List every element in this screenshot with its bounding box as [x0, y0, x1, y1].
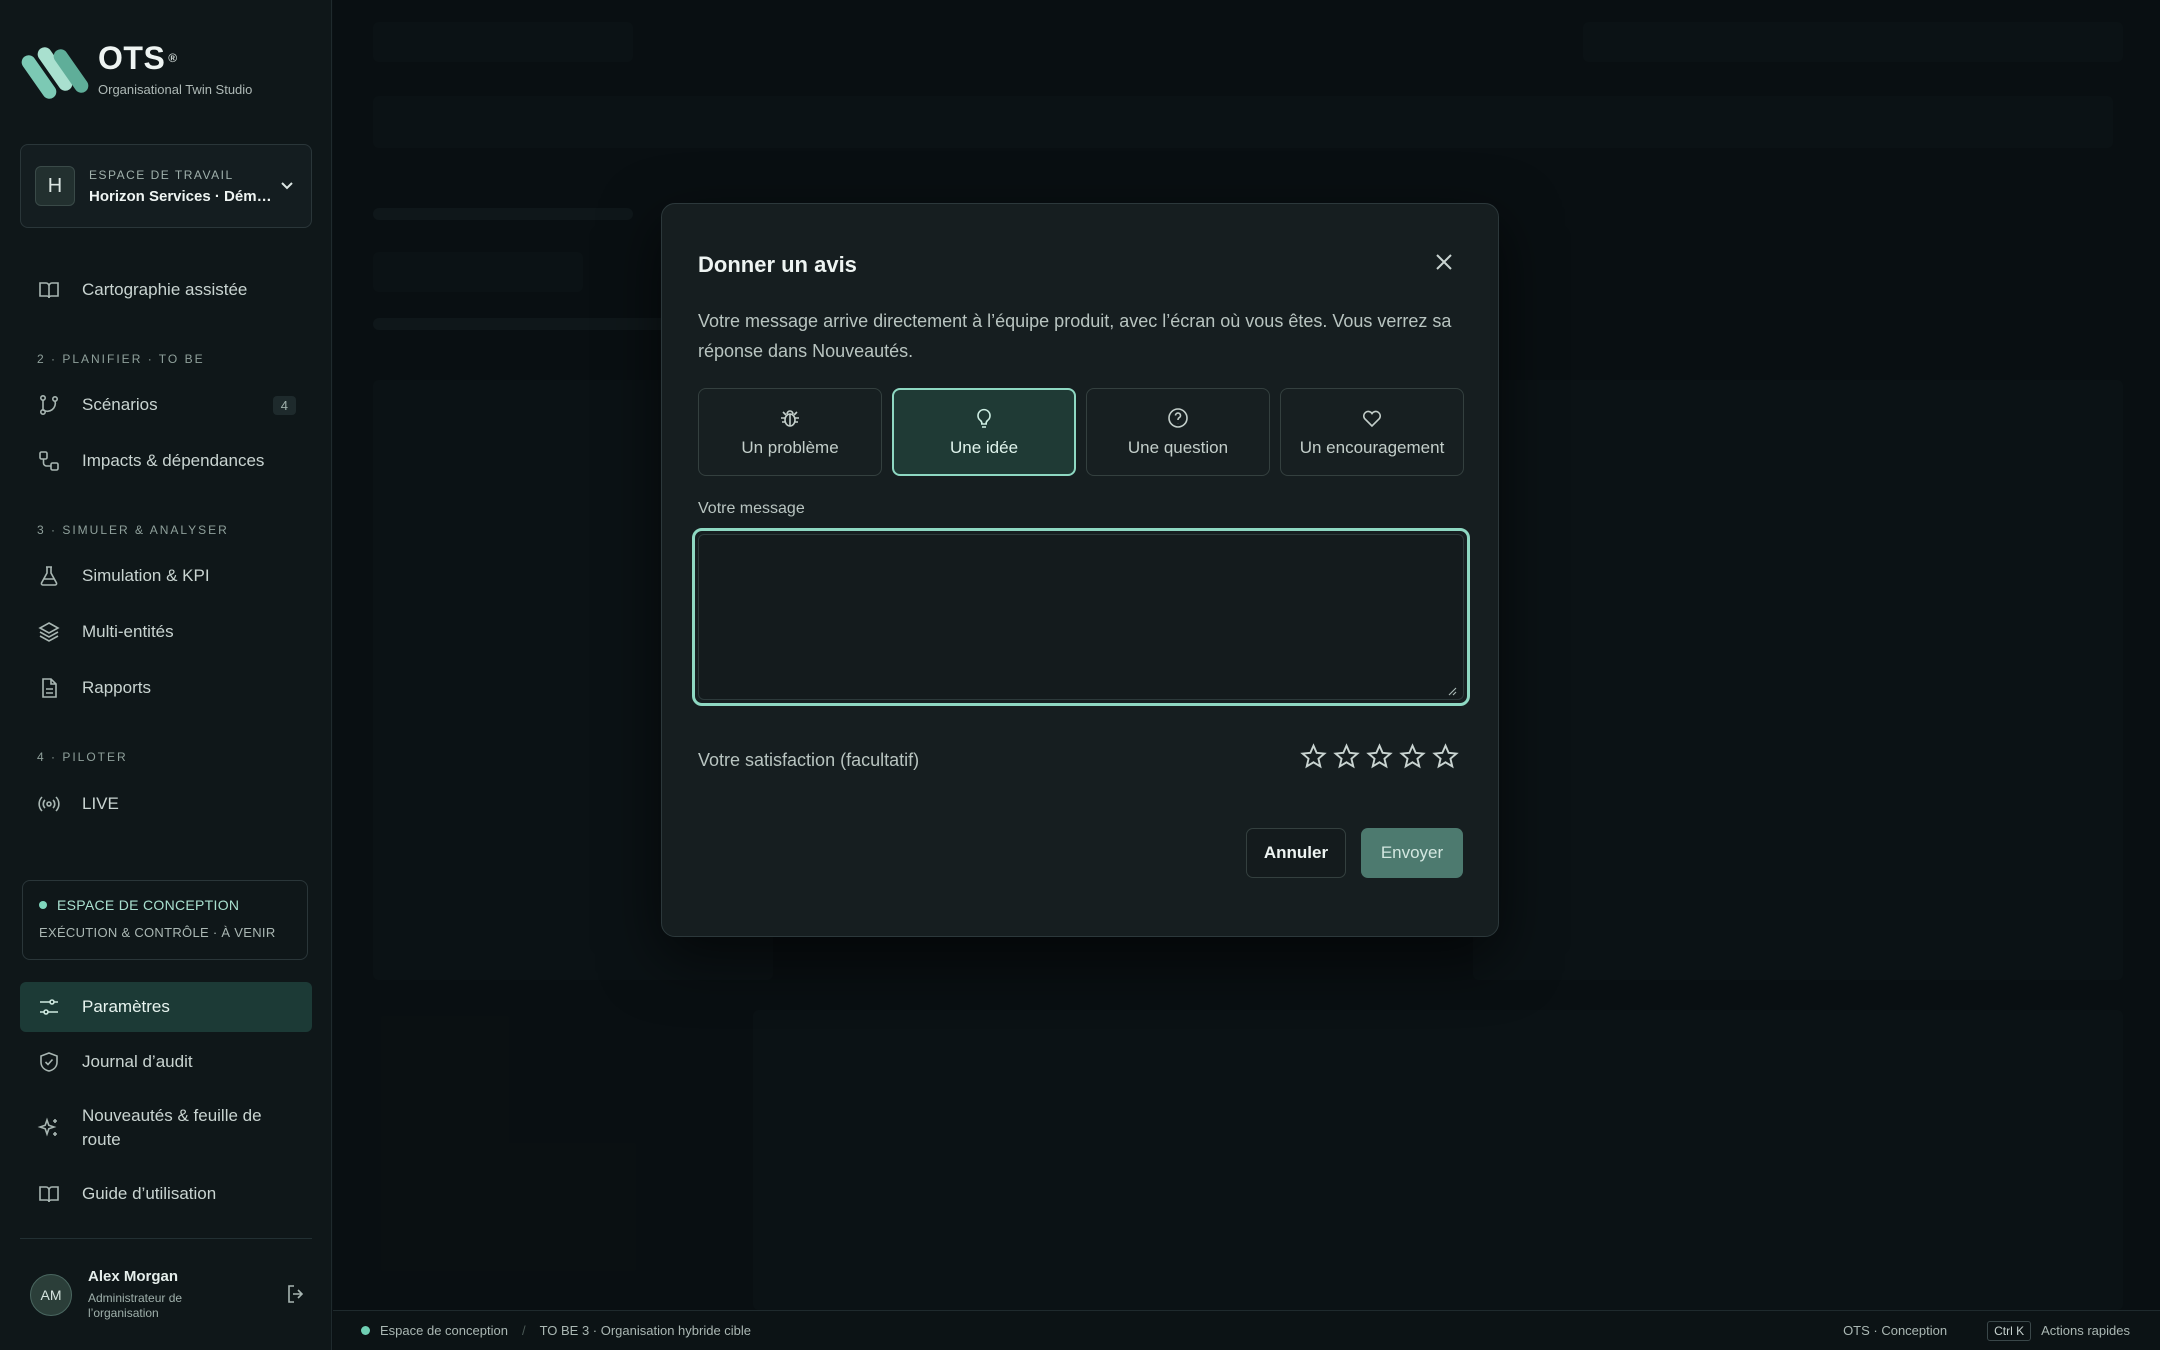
status-bar: Espace de conception / TO BE 3 · Organis…	[333, 1310, 2160, 1350]
star-icon[interactable]	[1299, 742, 1328, 771]
type-question-button[interactable]: Une question	[1086, 388, 1270, 476]
sidebar-item-guide[interactable]: Guide d’utilisation	[20, 1170, 312, 1218]
design-space-title: ESPACE DE CONCEPTION	[57, 897, 240, 913]
sidebar-item-simulation[interactable]: Simulation & KPI	[20, 552, 312, 600]
user-role: Administrateur de l’organisation	[88, 1291, 183, 1320]
design-space-panel: ESPACE DE CONCEPTION EXÉCUTION & CONTRÔL…	[22, 880, 308, 960]
type-label: Une idée	[949, 438, 1019, 457]
status-space: Espace de conception	[380, 1323, 508, 1338]
sidebar-item-label: Simulation & KPI	[82, 566, 210, 585]
type-label: Un encouragement	[1299, 438, 1445, 457]
file-text-icon	[36, 675, 62, 701]
status-dot	[39, 901, 47, 909]
message-label: Votre message	[698, 500, 805, 517]
sparkles-icon	[36, 1115, 62, 1141]
type-idea-button[interactable]: Une idée	[892, 388, 1076, 476]
broadcast-icon	[36, 791, 62, 817]
book-open-icon	[36, 277, 62, 303]
workspace-switcher[interactable]: H ESPACE DE TRAVAIL Horizon Services · D…	[20, 144, 312, 228]
user-profile: AM Alex Morgan Administrateur de l’organ…	[30, 1268, 310, 1321]
design-space-subtitle: EXÉCUTION & CONTRÔLE · À VENIR	[39, 925, 276, 940]
app-subtitle: Organisational Twin Studio	[98, 82, 253, 97]
status-scenario: TO BE 3 · Organisation hybride cible	[539, 1323, 752, 1338]
send-button[interactable]: Envoyer	[1361, 828, 1463, 878]
layers-icon	[36, 619, 62, 645]
feedback-type-selector: Un problème Une idée Une question Un enc…	[698, 388, 1464, 476]
shield-check-icon	[36, 1049, 62, 1075]
feedback-dialog: Donner un avis Votre message arrive dire…	[661, 203, 1499, 937]
section-label-simulate: 3 · SIMULER & ANALYSER	[37, 523, 229, 537]
message-field[interactable]	[698, 534, 1464, 700]
sidebar-item-settings[interactable]: Paramètres	[20, 982, 312, 1032]
message-field-wrapper	[692, 528, 1470, 706]
avatar: AM	[30, 1273, 72, 1316]
resize-handle-icon[interactable]	[1447, 683, 1457, 696]
star-icon[interactable]	[1332, 742, 1361, 771]
star-icon[interactable]	[1398, 742, 1427, 771]
sidebar-item-multi-entities[interactable]: Multi-entités	[20, 608, 312, 656]
bug-icon	[781, 410, 799, 427]
status-app: OTS · Conception	[1843, 1323, 1948, 1338]
star-icon[interactable]	[1431, 742, 1460, 771]
user-name: Alex Morgan	[88, 1268, 179, 1285]
sidebar-item-news[interactable]: Nouveautés & feuille de route	[20, 1096, 312, 1160]
type-problem-button[interactable]: Un problème	[698, 388, 882, 476]
lightbulb-icon	[977, 408, 991, 428]
book-open-icon	[36, 1181, 62, 1207]
satisfaction-label: Votre satisfaction (facultatif)	[698, 750, 920, 770]
star-icon[interactable]	[1365, 742, 1394, 771]
type-encouragement-button[interactable]: Un encouragement	[1280, 388, 1464, 476]
logo-mark-icon	[18, 40, 92, 102]
heart-icon	[1362, 410, 1382, 428]
logo: OTS ® Organisational Twin Studio	[18, 40, 253, 102]
quick-actions-button[interactable]: Actions rapides	[2041, 1323, 2130, 1338]
separator: /	[521, 1323, 526, 1338]
sidebar-item-live[interactable]: LIVE	[20, 780, 312, 828]
chevron-down-icon	[277, 178, 297, 195]
shortcut-key: Ctrl K	[1987, 1320, 2032, 1341]
app-title: OTS ®	[98, 40, 178, 76]
workspace-name: Horizon Services · Démonst...	[89, 187, 277, 205]
star-rating	[1299, 742, 1460, 771]
type-label: Un problème	[741, 438, 839, 457]
cancel-button[interactable]: Annuler	[1246, 828, 1346, 878]
sidebar-item-impacts[interactable]: Impacts & dépendances	[20, 437, 312, 485]
sidebar-item-label: Multi-entités	[82, 622, 174, 641]
sidebar-item-label: Guide d’utilisation	[82, 1184, 217, 1203]
sidebar-item-label: Nouveautés & feuille de route	[82, 1106, 262, 1149]
dialog-title: Donner un avis	[698, 252, 857, 277]
sidebar-item-label: Paramètres	[82, 997, 170, 1016]
question-icon	[1168, 408, 1188, 428]
dependencies-icon	[36, 448, 62, 474]
sidebar-item-scenarios[interactable]: Scénarios 4	[20, 381, 312, 429]
flask-icon	[36, 563, 62, 589]
sidebar-item-mapping[interactable]: Cartographie assistée	[20, 266, 312, 314]
type-label: Une question	[1127, 438, 1229, 457]
workspace-label: ESPACE DE TRAVAIL	[89, 167, 234, 182]
sidebar-item-label: Journal d’audit	[82, 1052, 193, 1071]
section-label-plan: 2 · PLANIFIER · TO BE	[37, 352, 205, 366]
logout-icon[interactable]	[284, 1282, 310, 1308]
sidebar-item-reports[interactable]: Rapports	[20, 664, 312, 712]
sliders-icon	[36, 994, 62, 1020]
sidebar: OTS ® Organisational Twin Studio H ESPACE…	[0, 0, 332, 1350]
sidebar-item-label: Impacts & dépendances	[82, 451, 265, 470]
status-dot	[361, 1326, 370, 1335]
sidebar-item-label: Cartographie assistée	[82, 280, 248, 299]
workspace-avatar: H	[35, 166, 75, 206]
sidebar-item-label: Scénarios	[82, 395, 158, 414]
section-label-pilot: 4 · PILOTER	[37, 750, 128, 764]
sidebar-divider	[20, 1238, 312, 1239]
git-branch-icon	[36, 392, 62, 418]
close-icon[interactable]	[1432, 250, 1458, 276]
scenarios-count-badge: 4	[272, 395, 296, 415]
sidebar-item-audit[interactable]: Journal d’audit	[20, 1038, 312, 1086]
dialog-description: Votre message arrive directement à l’équ…	[698, 311, 1452, 361]
sidebar-item-label: Rapports	[82, 678, 151, 697]
sidebar-item-label: LIVE	[82, 794, 119, 813]
